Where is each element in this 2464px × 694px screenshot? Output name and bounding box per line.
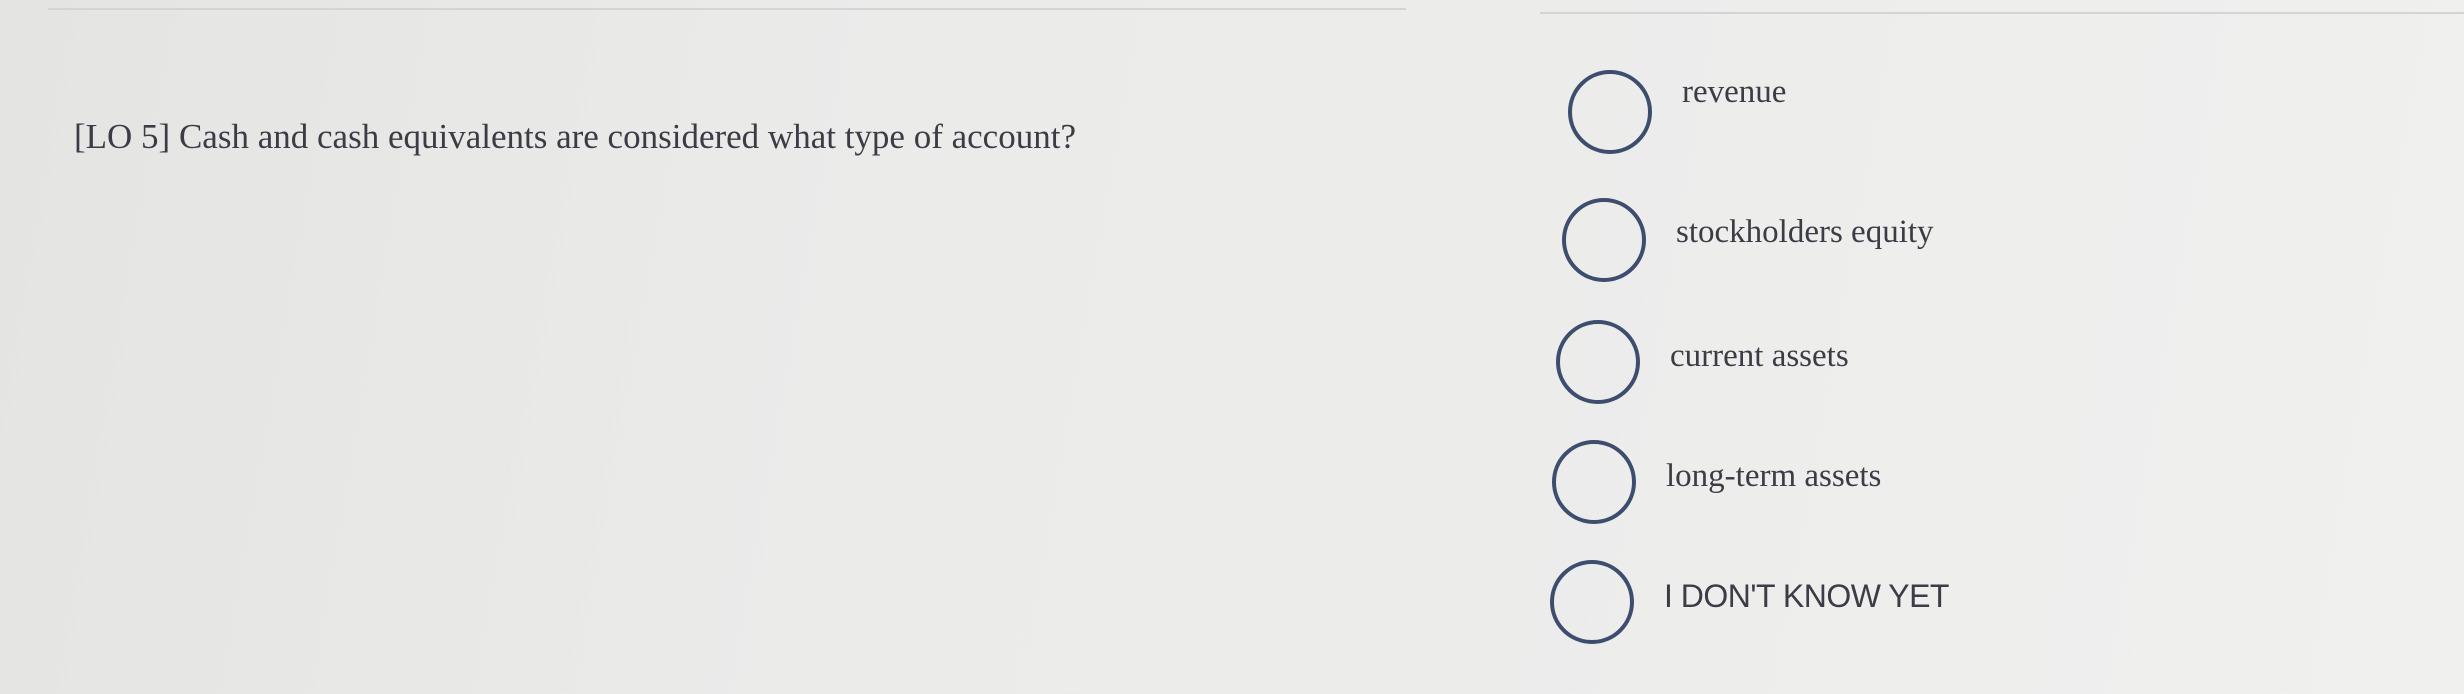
option-long-term-assets[interactable]: long-term assets xyxy=(1552,440,1881,524)
option-label: stockholders equity xyxy=(1676,214,1934,250)
option-dont-know-yet[interactable]: I DON'T KNOW YET xyxy=(1550,560,1949,644)
radio-button[interactable] xyxy=(1568,70,1652,154)
option-label: long-term assets xyxy=(1666,458,1882,494)
radio-button[interactable] xyxy=(1556,320,1640,404)
option-revenue[interactable]: revenue xyxy=(1568,70,1786,154)
radio-button[interactable] xyxy=(1552,440,1636,524)
option-label: current assets xyxy=(1670,338,1849,374)
radio-button[interactable] xyxy=(1550,560,1634,644)
option-label: I DON'T KNOW YET xyxy=(1664,578,1949,614)
option-label: revenue xyxy=(1682,74,1787,110)
radio-button[interactable] xyxy=(1562,198,1646,282)
answer-options: revenue stockholders equity current asse… xyxy=(0,0,2464,694)
option-stockholders-equity[interactable]: stockholders equity xyxy=(1562,198,1934,282)
option-current-assets[interactable]: current assets xyxy=(1556,320,1849,404)
